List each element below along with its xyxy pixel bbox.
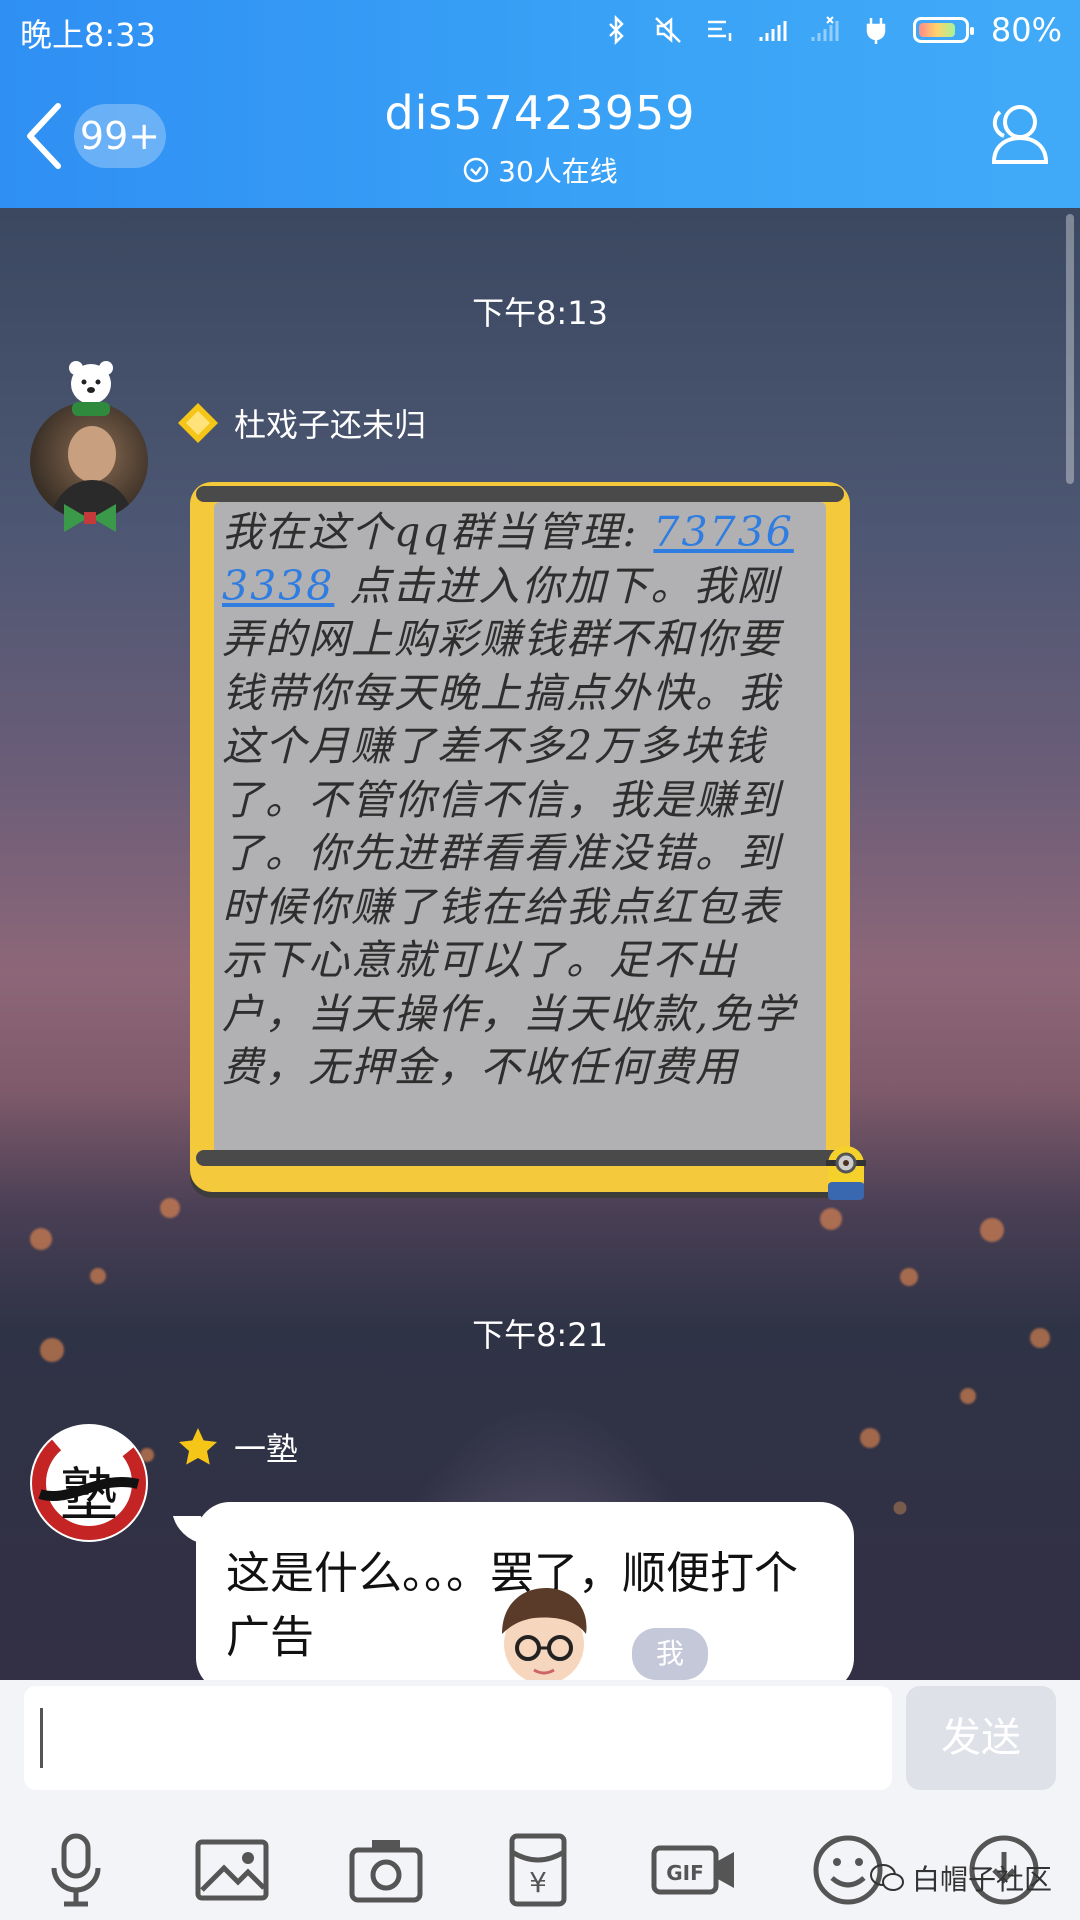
message-timestamp: 下午8:21 xyxy=(472,1316,608,1354)
watermark-text: 白帽子社区 xyxy=(912,1863,1053,1896)
text-caret xyxy=(40,1708,43,1768)
sender-name[interactable]: 杜戏子还未归 xyxy=(234,400,426,446)
online-status[interactable]: 30人在线 xyxy=(0,150,1080,190)
status-icons: 80% xyxy=(601,8,1062,52)
group-members-button[interactable] xyxy=(980,98,1058,170)
sticker-text: 我在这个qq群当管理: 737363338 点击进入你加下。我刚弄的网上购彩赚钱… xyxy=(222,506,812,1095)
check-circle-icon xyxy=(463,157,489,183)
minion-icon xyxy=(826,1146,866,1200)
text-message-bubble[interactable]: 这是什么。。。罢了，顺便打个广告 我 xyxy=(196,1502,854,1692)
sticker-top-bar xyxy=(196,486,844,502)
signal-icon xyxy=(759,21,787,41)
svg-text:GIF: GIF xyxy=(666,1861,704,1885)
sticker-message[interactable]: 我在这个qq群当管理: 737363338 点击进入你加下。我刚弄的网上购彩赚钱… xyxy=(190,482,866,1204)
mute-icon xyxy=(654,17,681,43)
svg-text:¥: ¥ xyxy=(529,1866,547,1899)
sticker-text-intro: 我在这个qq群当管理: xyxy=(222,508,639,556)
charging-icon xyxy=(866,18,886,44)
me-tag: 我 xyxy=(632,1628,708,1680)
chat-scrollbar[interactable] xyxy=(1066,214,1074,484)
chat-header: 晚上8:33 80% 99+ dis57423959 30人在线 xyxy=(0,0,1080,208)
bowtie-icon xyxy=(64,504,116,532)
watermark: 白帽子社区 xyxy=(870,1858,1052,1898)
battery-icon xyxy=(912,17,974,43)
sticker-text-body: 点击进入你加下。我刚弄的网上购彩赚钱群不和你要钱带你每天晚上搞点外快。我这个月赚… xyxy=(222,561,797,1092)
online-count: 30人在线 xyxy=(498,155,618,188)
bluetooth-icon xyxy=(608,15,624,45)
sticker-bottom-bar xyxy=(196,1150,844,1166)
sender-name[interactable]: 一塾 xyxy=(234,1424,298,1470)
boy-sticker-icon xyxy=(502,1588,587,1684)
battery-percent: 80% xyxy=(990,11,1062,49)
send-button[interactable]: 发送 xyxy=(906,1686,1056,1790)
data-icon xyxy=(707,20,732,41)
sender-row: 杜戏子还未归 xyxy=(176,400,426,446)
avatar[interactable]: 塾 xyxy=(30,1424,148,1542)
camera-icon[interactable] xyxy=(346,1830,426,1910)
gif-icon[interactable]: GIF xyxy=(650,1830,740,1910)
bear-decoration-icon xyxy=(69,361,113,416)
message-timestamp: 下午8:13 xyxy=(472,294,608,332)
signal-2-icon xyxy=(811,16,839,41)
wechat-icon xyxy=(870,1864,904,1891)
rank-star-icon xyxy=(179,1428,217,1465)
rank-diamond-icon xyxy=(178,403,218,443)
status-time: 晚上8:33 xyxy=(20,16,156,54)
message-input[interactable] xyxy=(24,1686,892,1790)
sender-row: 一塾 xyxy=(176,1424,298,1470)
image-icon[interactable] xyxy=(192,1830,272,1910)
avatar-text: 塾 xyxy=(59,1461,118,1529)
page-title[interactable]: dis57423959 xyxy=(0,86,1080,140)
red-packet-icon[interactable]: ¥ xyxy=(498,1830,578,1910)
microphone-icon[interactable] xyxy=(36,1830,116,1910)
